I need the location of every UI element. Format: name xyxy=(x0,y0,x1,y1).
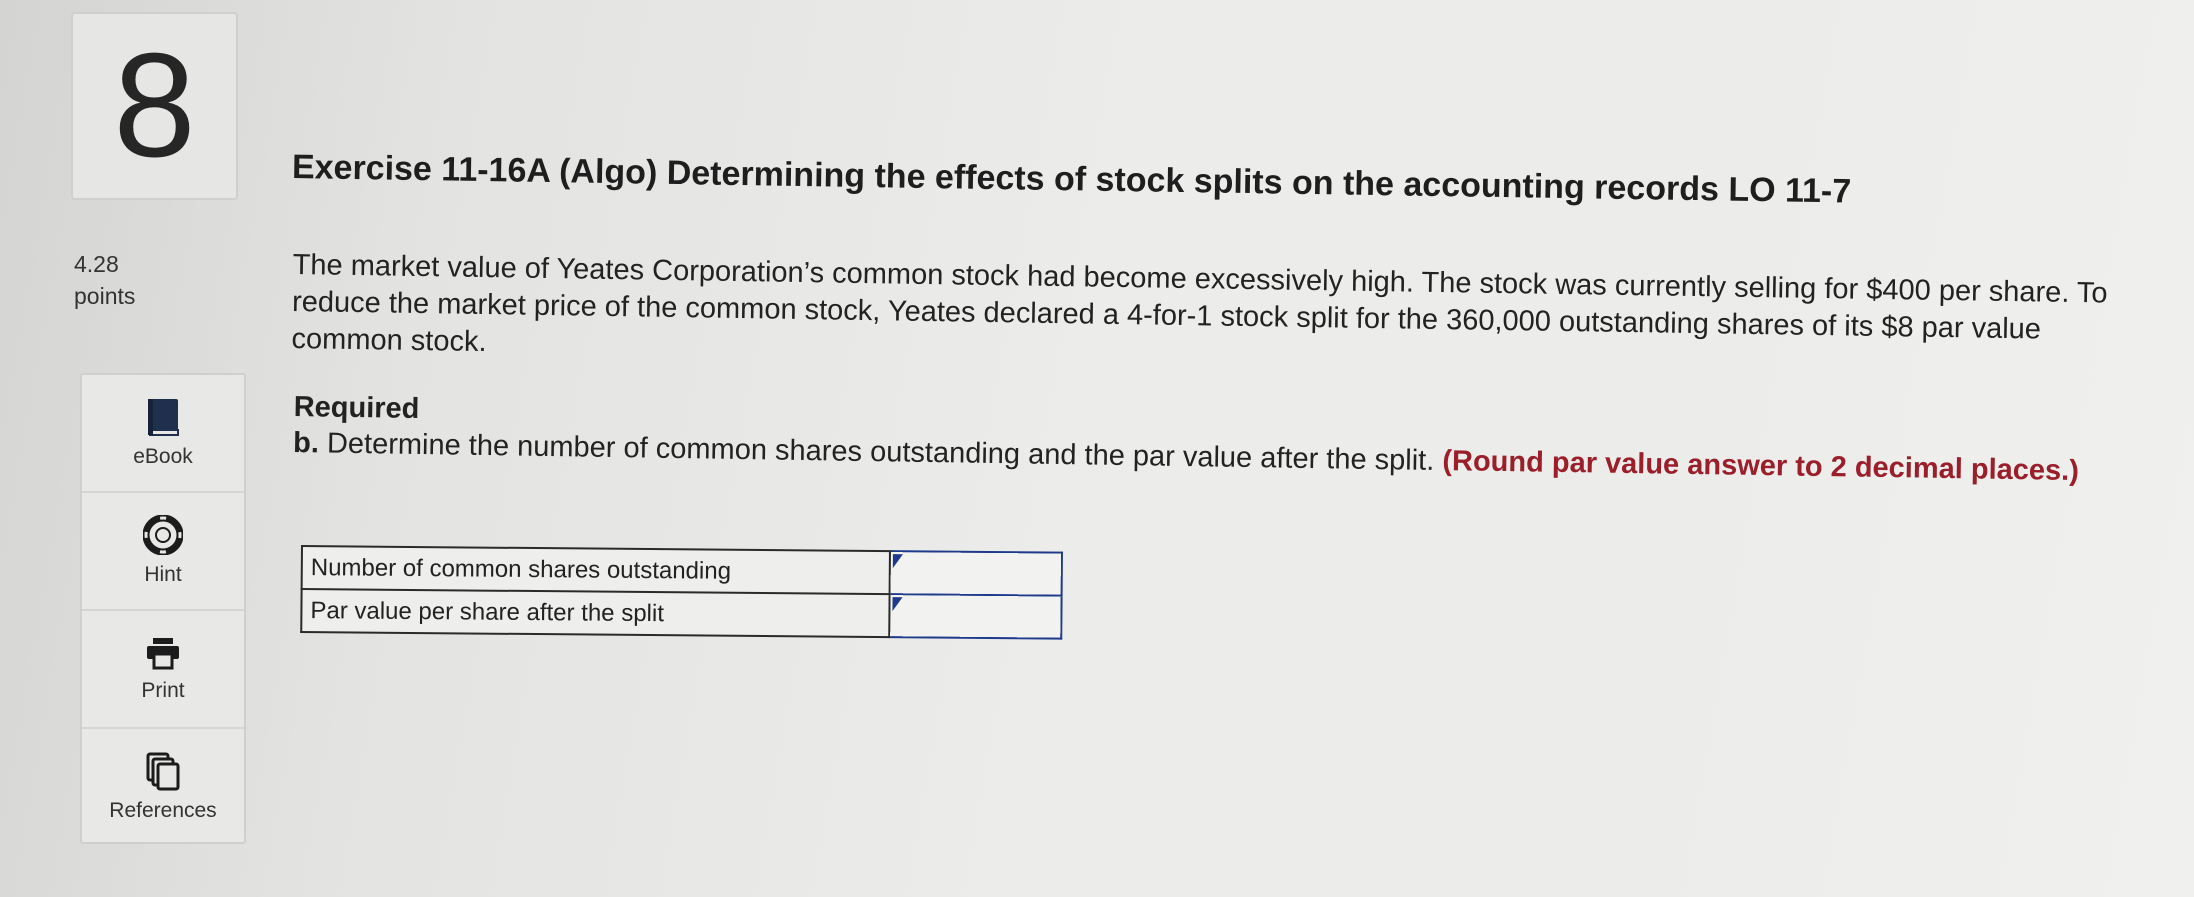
hint-label: Hint xyxy=(144,563,182,586)
ebook-button[interactable]: eBook xyxy=(82,375,244,493)
points-info: 4.28 points xyxy=(74,248,135,312)
question-number: 8 xyxy=(113,23,196,188)
documents-icon xyxy=(145,751,181,791)
hint-button[interactable]: Hint xyxy=(82,493,244,611)
shares-outstanding-label: Number of common shares outstanding xyxy=(301,546,890,595)
required-section: Required b. Determine the number of comm… xyxy=(293,389,2144,490)
points-value: 4.28 xyxy=(74,251,119,277)
question-number-box: 8 xyxy=(71,12,238,200)
references-label: References xyxy=(109,799,217,822)
input-flag-icon xyxy=(892,554,903,569)
exercise-title: Exercise 11-16A (Algo) Determining the e… xyxy=(291,148,1852,211)
input-flag-icon xyxy=(892,597,903,612)
par-value-label: Par value per share after the split xyxy=(301,589,890,638)
lifebuoy-icon xyxy=(143,515,183,555)
exercise-body: The market value of Yeates Corporation’s… xyxy=(291,248,2108,359)
par-value-cell xyxy=(889,594,1062,639)
table-row: Number of common shares outstanding xyxy=(301,546,1062,596)
print-button[interactable]: Print xyxy=(82,611,244,729)
table-row: Par value per share after the split xyxy=(301,589,1062,639)
required-rounding-note: (Round par value answer to 2 decimal pla… xyxy=(1442,445,2080,488)
ebook-label: eBook xyxy=(133,445,193,468)
printer-icon xyxy=(145,635,181,671)
answer-table: Number of common shares outstanding Par … xyxy=(300,545,1063,640)
print-label: Print xyxy=(141,679,185,702)
book-icon xyxy=(146,397,180,437)
shares-outstanding-input[interactable] xyxy=(890,552,1061,595)
shares-outstanding-cell xyxy=(889,551,1062,596)
required-part-letter: b. xyxy=(292,426,320,460)
references-button[interactable]: References xyxy=(82,729,244,845)
par-value-input[interactable] xyxy=(890,595,1061,638)
points-label: points xyxy=(74,283,136,309)
tools-panel: eBook Hint Print References xyxy=(80,373,246,844)
